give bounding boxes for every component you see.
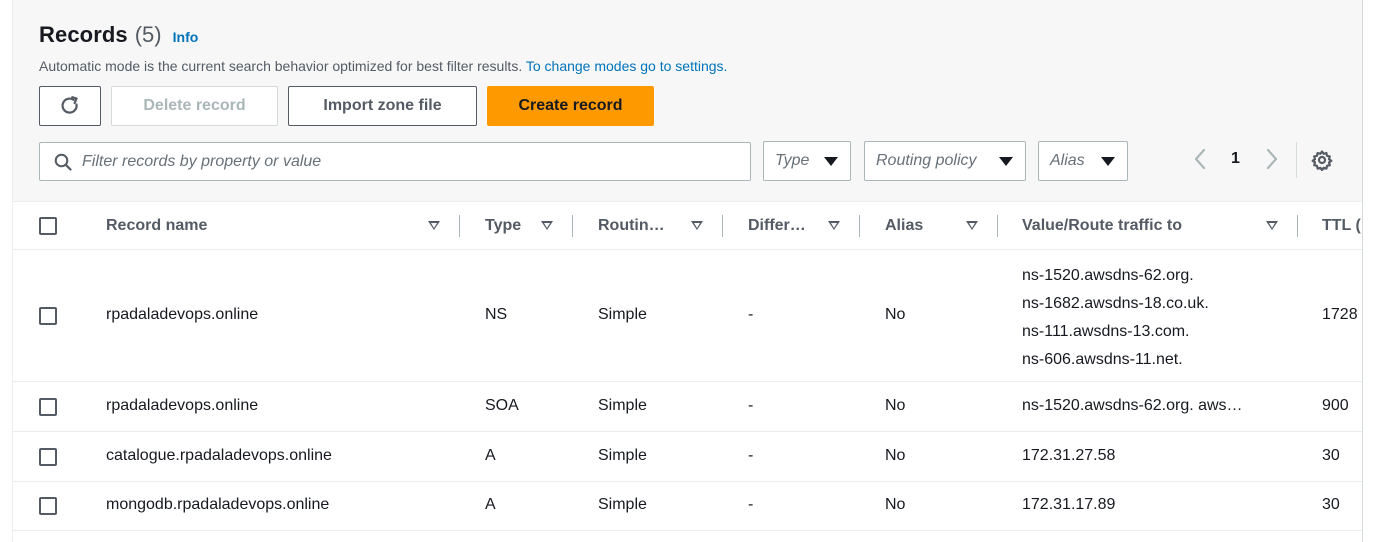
gear-icon[interactable] bbox=[1311, 149, 1333, 171]
change-modes-link[interactable]: To change modes go to settings. bbox=[526, 58, 728, 74]
caret-down-icon bbox=[1101, 156, 1115, 166]
record-value: ns-1520.awsdns-62.org. bbox=[1022, 267, 1194, 284]
record-ttl: 900 bbox=[1322, 397, 1349, 414]
search-input[interactable] bbox=[82, 152, 722, 171]
sort-icon[interactable] bbox=[428, 221, 440, 230]
record-type: A bbox=[485, 447, 496, 464]
search-mode-description: Automatic mode is the current search beh… bbox=[39, 58, 727, 74]
sort-icon[interactable] bbox=[691, 221, 703, 230]
record-value: ns-1682.awsdns-18.co.uk. bbox=[1022, 295, 1209, 312]
table-row[interactable]: rpadaladevops.online NS Simple - No ns-1… bbox=[13, 250, 1362, 382]
table-header: Record name Type Routin… Differ… Alias V… bbox=[13, 201, 1362, 250]
alias-value: No bbox=[885, 306, 906, 323]
column-header-alias[interactable]: Alias bbox=[885, 202, 923, 250]
column-resizer[interactable] bbox=[859, 215, 860, 237]
row-checkbox[interactable] bbox=[39, 398, 57, 416]
column-header-type[interactable]: Type bbox=[485, 202, 521, 250]
differentiator: - bbox=[748, 447, 754, 464]
record-value: ns-606.awsdns-11.net. bbox=[1022, 351, 1183, 368]
page-title: Records bbox=[39, 22, 128, 47]
records-header: Records (5) Info Automatic mode is the c… bbox=[13, 0, 1362, 201]
previous-page-icon[interactable] bbox=[1193, 148, 1207, 170]
record-name: catalogue.rpadaladevops.online bbox=[106, 447, 332, 464]
current-page-number[interactable]: 1 bbox=[1231, 150, 1240, 168]
refresh-icon bbox=[61, 96, 78, 114]
refresh-button[interactable] bbox=[39, 86, 101, 126]
next-page-icon[interactable] bbox=[1265, 148, 1279, 170]
routing-policy: Simple bbox=[598, 306, 647, 323]
column-header-routing[interactable]: Routin… bbox=[598, 202, 665, 250]
record-name: rpadaladevops.online bbox=[106, 306, 259, 323]
column-resizer[interactable] bbox=[572, 215, 573, 237]
column-resizer[interactable] bbox=[997, 215, 998, 237]
routing-policy: Simple bbox=[598, 496, 647, 513]
record-ttl: 30 bbox=[1322, 496, 1340, 513]
routing-filter-label: Routing policy bbox=[876, 152, 977, 169]
routing-policy-filter-select[interactable]: Routing policy bbox=[864, 141, 1026, 181]
record-name: rpadaladevops.online bbox=[106, 397, 259, 414]
select-all-checkbox[interactable] bbox=[39, 217, 57, 235]
column-header-value[interactable]: Value/Route traffic to bbox=[1022, 202, 1182, 250]
record-value-list: ns-1520.awsdns-62.org. ns-1682.awsdns-18… bbox=[1022, 262, 1209, 374]
record-type: NS bbox=[485, 306, 508, 323]
info-link[interactable]: Info bbox=[173, 29, 199, 45]
sort-icon[interactable] bbox=[828, 221, 840, 230]
record-value: ns-111.awsdns-13.com. bbox=[1022, 323, 1190, 340]
alias-value: No bbox=[885, 397, 906, 414]
row-checkbox[interactable] bbox=[39, 307, 57, 325]
create-record-button[interactable]: Create record bbox=[487, 86, 654, 126]
record-name: mongodb.rpadaladevops.online bbox=[106, 496, 330, 513]
records-title: Records (5) Info bbox=[39, 22, 198, 48]
alias-filter-select[interactable]: Alias bbox=[1038, 141, 1128, 181]
row-checkbox[interactable] bbox=[39, 448, 57, 466]
column-header-differentiator[interactable]: Differ… bbox=[748, 202, 806, 250]
alias-value: No bbox=[885, 447, 906, 464]
delete-record-button[interactable]: Delete record bbox=[111, 86, 278, 126]
table-row[interactable]: rpadaladevops.online SOA Simple - No ns-… bbox=[13, 382, 1362, 432]
column-header-record-name[interactable]: Record name bbox=[106, 202, 207, 250]
search-icon bbox=[54, 153, 72, 171]
records-panel: Records (5) Info Automatic mode is the c… bbox=[12, 0, 1363, 542]
column-resizer[interactable] bbox=[722, 215, 723, 237]
column-header-ttl[interactable]: TTL ( bbox=[1322, 202, 1361, 250]
records-count: (5) bbox=[134, 22, 162, 47]
type-filter-select[interactable]: Type bbox=[763, 141, 851, 181]
record-value: 172.31.17.89 bbox=[1022, 496, 1116, 513]
routing-policy: Simple bbox=[598, 397, 647, 414]
pager-divider bbox=[1296, 142, 1297, 178]
caret-down-icon bbox=[824, 156, 838, 166]
table-row[interactable]: mongodb.rpadaladevops.online A Simple - … bbox=[13, 482, 1362, 531]
alias-filter-label: Alias bbox=[1050, 152, 1085, 169]
differentiator: - bbox=[748, 397, 754, 414]
description-text: Automatic mode is the current search beh… bbox=[39, 58, 523, 74]
routing-policy: Simple bbox=[598, 447, 647, 464]
differentiator: - bbox=[748, 306, 754, 323]
table-row[interactable]: catalogue.rpadaladevops.online A Simple … bbox=[13, 432, 1362, 482]
record-ttl: 30 bbox=[1322, 447, 1340, 464]
sort-icon[interactable] bbox=[966, 221, 978, 230]
sort-icon[interactable] bbox=[541, 221, 553, 230]
row-checkbox[interactable] bbox=[39, 497, 57, 515]
import-zone-file-button[interactable]: Import zone file bbox=[288, 86, 477, 126]
differentiator: - bbox=[748, 496, 754, 513]
sort-icon[interactable] bbox=[1266, 221, 1278, 230]
record-type: A bbox=[485, 496, 496, 513]
record-type: SOA bbox=[485, 397, 519, 414]
search-field[interactable] bbox=[39, 142, 751, 181]
column-resizer[interactable] bbox=[459, 215, 460, 237]
record-value: 172.31.27.58 bbox=[1022, 447, 1116, 464]
caret-down-icon bbox=[999, 156, 1013, 166]
column-resizer[interactable] bbox=[1297, 215, 1298, 237]
type-filter-label: Type bbox=[775, 152, 810, 169]
alias-value: No bbox=[885, 496, 906, 513]
record-ttl: 1728 bbox=[1322, 306, 1358, 323]
record-value: ns-1520.awsdns-62.org. aws… bbox=[1022, 397, 1243, 414]
